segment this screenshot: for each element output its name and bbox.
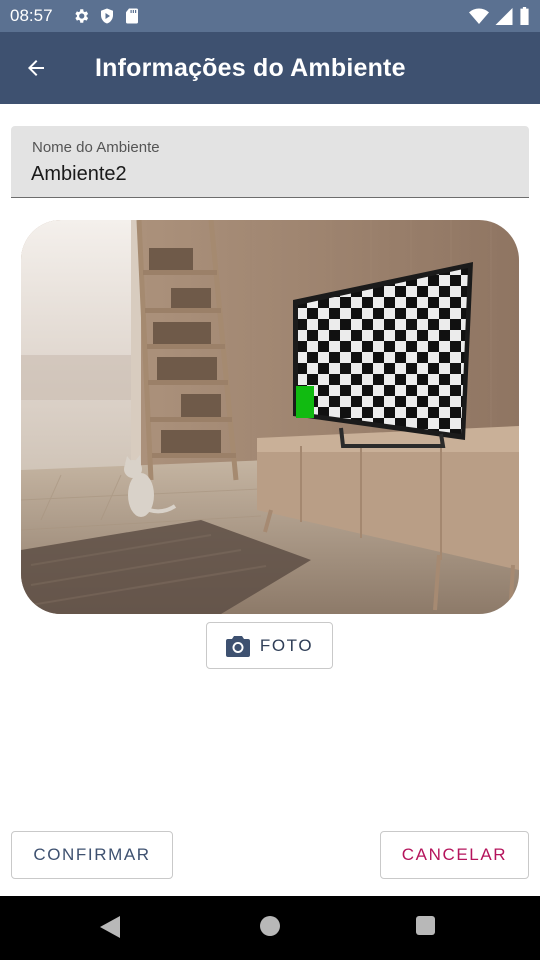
back-button[interactable]	[14, 46, 58, 90]
photo-button[interactable]: FOTO	[206, 622, 333, 669]
battery-icon	[520, 7, 529, 25]
arrow-left-icon	[28, 60, 44, 76]
nav-home-icon[interactable]	[260, 916, 280, 936]
app-bar: Informações do Ambiente	[0, 32, 540, 104]
gear-icon	[75, 9, 89, 23]
sd-card-icon	[126, 8, 138, 24]
confirm-button[interactable]: CONFIRMAR	[11, 831, 173, 879]
shield-play-icon	[101, 8, 113, 24]
room-name-input[interactable]	[31, 160, 501, 188]
nav-back-icon[interactable]	[100, 916, 120, 938]
signal-icon	[495, 7, 513, 25]
status-icons-left	[72, 7, 140, 25]
wifi-icon	[469, 8, 489, 24]
navigation-bar	[0, 896, 540, 960]
confirm-button-label: CONFIRMAR	[33, 845, 151, 864]
status-icons-right	[469, 7, 530, 25]
nav-recent-icon[interactable]	[416, 916, 435, 935]
camera-icon	[225, 635, 250, 657]
cancel-button-label: CANCELAR	[401, 845, 508, 864]
room-name-label: Nome do Ambiente	[32, 139, 160, 156]
room-name-field[interactable]: Nome do Ambiente	[11, 126, 529, 198]
cancel-button[interactable]: CANCELAR	[380, 831, 529, 879]
photo-button-label: FOTO	[259, 635, 314, 655]
room-image	[21, 220, 519, 614]
page-title: Informações do Ambiente	[95, 54, 406, 82]
status-time: 08:57	[10, 6, 53, 25]
status-bar: 08:57	[0, 0, 540, 32]
